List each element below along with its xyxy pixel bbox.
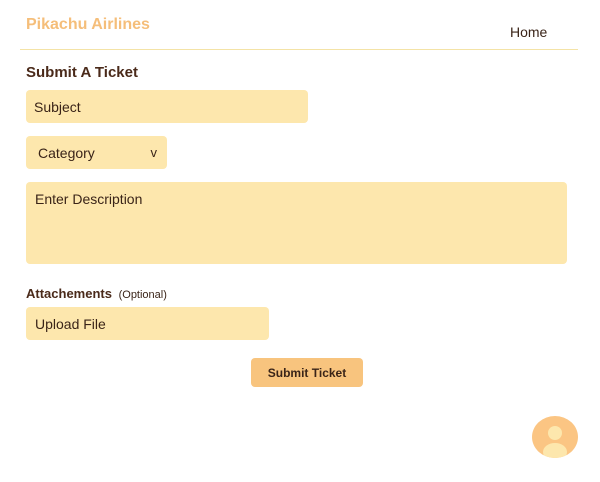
category-select[interactable]: Category v bbox=[26, 136, 167, 169]
brand-logo-text: Pikachu Airlines bbox=[26, 16, 150, 33]
optional-hint: (Optional) bbox=[118, 289, 167, 301]
subject-input[interactable] bbox=[26, 90, 308, 123]
upload-file-label: Upload File bbox=[35, 315, 106, 332]
nav-home-link[interactable]: Home bbox=[510, 24, 547, 40]
category-selected-value: Category bbox=[38, 144, 95, 161]
submit-ticket-button[interactable]: Submit Ticket bbox=[251, 358, 363, 387]
chevron-down-icon: v bbox=[150, 145, 158, 160]
attachments-label: Attachements (Optional) bbox=[26, 286, 167, 301]
attachments-label-text: Attachements bbox=[26, 286, 112, 301]
page-title: Submit A Ticket bbox=[26, 64, 138, 81]
header-divider bbox=[20, 49, 578, 50]
description-textarea[interactable] bbox=[26, 182, 567, 264]
upload-file-button[interactable]: Upload File bbox=[26, 307, 269, 340]
user-silhouette-icon bbox=[543, 426, 567, 458]
user-avatar-button[interactable] bbox=[532, 416, 578, 458]
